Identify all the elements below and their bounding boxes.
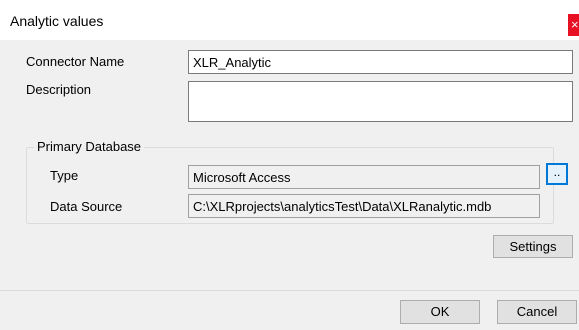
connector-name-label: Connector Name [26, 54, 125, 69]
type-field[interactable] [188, 165, 540, 189]
settings-button[interactable]: Settings [493, 235, 573, 258]
description-label: Description [26, 82, 92, 97]
close-button[interactable]: × [568, 14, 579, 36]
title-bar: Analytic values × [0, 0, 579, 40]
footer [0, 290, 579, 330]
ellipsis-icon: .. [553, 165, 561, 179]
primary-database-group-label: Primary Database [34, 139, 145, 154]
connector-name-input[interactable] [188, 50, 573, 74]
type-label: Type [50, 168, 79, 183]
browse-button[interactable]: .. [546, 163, 568, 185]
ok-button[interactable]: OK [400, 300, 480, 324]
description-input[interactable] [188, 81, 573, 122]
cancel-button[interactable]: Cancel [497, 300, 577, 324]
data-source-label: Data Source [50, 199, 123, 214]
close-icon: × [571, 17, 579, 32]
window-title: Analytic values [10, 13, 104, 29]
data-source-field[interactable] [188, 194, 540, 218]
